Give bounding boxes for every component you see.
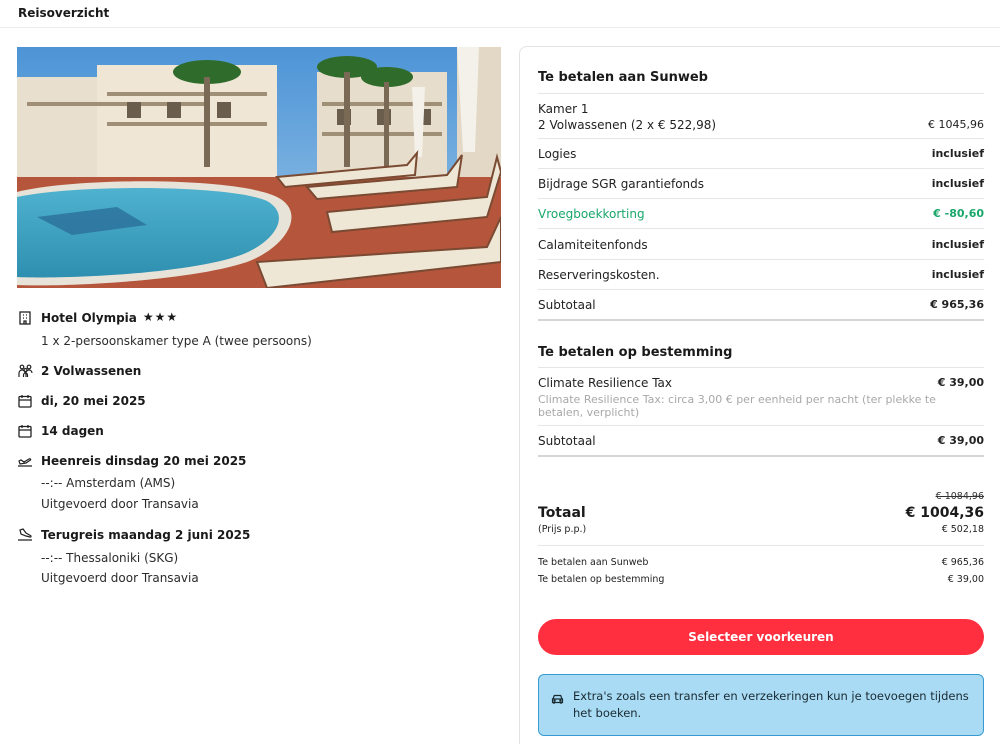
divider <box>538 319 984 321</box>
plane-departure-icon <box>17 453 33 469</box>
divider <box>538 228 984 229</box>
return-route: --:-- Thessaloniki (SKG) <box>41 551 179 565</box>
divider <box>538 289 984 290</box>
climate-tax-note: Climate Resilience Tax: circa 3,00 € per… <box>538 393 936 419</box>
divider <box>538 138 984 139</box>
room-label: Kamer 1 <box>538 102 589 116</box>
room-detail: 2 Volwassenen (2 x € 522,98) <box>538 118 717 132</box>
room-price: € 1045,96 <box>928 118 984 131</box>
divider <box>538 367 984 368</box>
hotel-stars: ★★★ <box>142 310 179 324</box>
sgr-label: Bijdrage SGR garantiefonds <box>538 177 705 191</box>
hotel-row: Hotel Olympia ★★★ <box>17 310 178 326</box>
early-booking-label: Vroegboekkorting <box>538 207 645 221</box>
hotel-photo <box>17 47 501 288</box>
divider <box>538 545 984 546</box>
destination-subtotal-label: Subtotaal <box>538 434 596 448</box>
price-pp-value: € 502,18 <box>941 524 984 535</box>
divider <box>538 93 984 94</box>
guests-row: 2 Volwassenen <box>17 363 141 379</box>
sunweb-subtotal-value: € 965,36 <box>930 298 984 311</box>
hotel-icon <box>17 310 33 326</box>
reservation-costs-value: inclusief <box>931 268 984 281</box>
guests-label: 2 Volwassenen <box>41 364 142 378</box>
pay-destination-label: Te betalen op bestemming <box>538 574 665 585</box>
extras-info-message: Extra's zoals een transfer en verzekerin… <box>573 689 969 720</box>
plane-arrival-icon <box>17 527 33 543</box>
page-title: Reisoverzicht <box>18 6 110 20</box>
select-preferences-button[interactable]: Selecteer voorkeuren <box>538 619 984 655</box>
total-label: Totaal <box>538 505 586 521</box>
logies-value: inclusief <box>931 147 984 160</box>
logies-label: Logies <box>538 147 577 161</box>
climate-tax-label: Climate Resilience Tax <box>538 376 673 390</box>
outbound-route: --:-- Amsterdam (AMS) <box>41 476 176 490</box>
outbound-title: Heenreis dinsdag 20 mei 2025 <box>41 454 247 468</box>
destination-section-title: Te betalen op bestemming <box>538 345 733 360</box>
sunweb-subtotal-label: Subtotaal <box>538 298 596 312</box>
car-icon <box>551 690 564 709</box>
divider <box>538 425 984 426</box>
climate-tax-value: € 39,00 <box>937 376 984 389</box>
return-carrier: Uitgevoerd door Transavia <box>41 571 199 585</box>
calendar-icon <box>17 393 33 409</box>
return-title: Terugreis maandag 2 juni 2025 <box>41 528 251 542</box>
room-type: 1 x 2-persoonskamer type A (twee persoon… <box>41 334 312 348</box>
divider <box>538 259 984 260</box>
pay-destination-value: € 39,00 <box>947 574 984 585</box>
duration-row: 14 dagen <box>17 423 104 439</box>
people-icon <box>17 363 33 379</box>
outbound-carrier: Uitgevoerd door Transavia <box>41 497 199 511</box>
sunweb-section-title: Te betalen aan Sunweb <box>538 70 708 85</box>
sgr-value: inclusief <box>931 177 984 190</box>
hotel-name: Hotel Olympia <box>41 311 137 325</box>
divider <box>538 168 984 169</box>
page-header: Reisoverzicht <box>0 0 1000 28</box>
outbound-row: Heenreis dinsdag 20 mei 2025 <box>17 453 246 469</box>
old-total-price: € 1084,96 <box>935 491 984 502</box>
trip-duration: 14 dagen <box>41 424 104 438</box>
calamity-fund-label: Calamiteitenfonds <box>538 238 648 252</box>
total-value: € 1004,36 <box>905 505 984 521</box>
return-row: Terugreis maandag 2 juni 2025 <box>17 527 250 543</box>
departure-date: di, 20 mei 2025 <box>41 394 146 408</box>
calamity-fund-value: inclusief <box>931 238 984 251</box>
pay-sunweb-value: € 965,36 <box>941 557 984 568</box>
extras-info-box: Extra's zoals een transfer en verzekerin… <box>538 674 984 736</box>
early-booking-value: € -80,60 <box>933 207 984 220</box>
divider <box>538 198 984 199</box>
calendar-icon <box>17 423 33 439</box>
destination-subtotal-value: € 39,00 <box>937 434 984 447</box>
divider <box>538 455 984 457</box>
reservation-costs-label: Reserveringskosten. <box>538 268 660 282</box>
date-row: di, 20 mei 2025 <box>17 393 146 409</box>
pay-sunweb-label: Te betalen aan Sunweb <box>538 557 649 568</box>
price-pp-label: (Prijs p.p.) <box>538 524 587 535</box>
